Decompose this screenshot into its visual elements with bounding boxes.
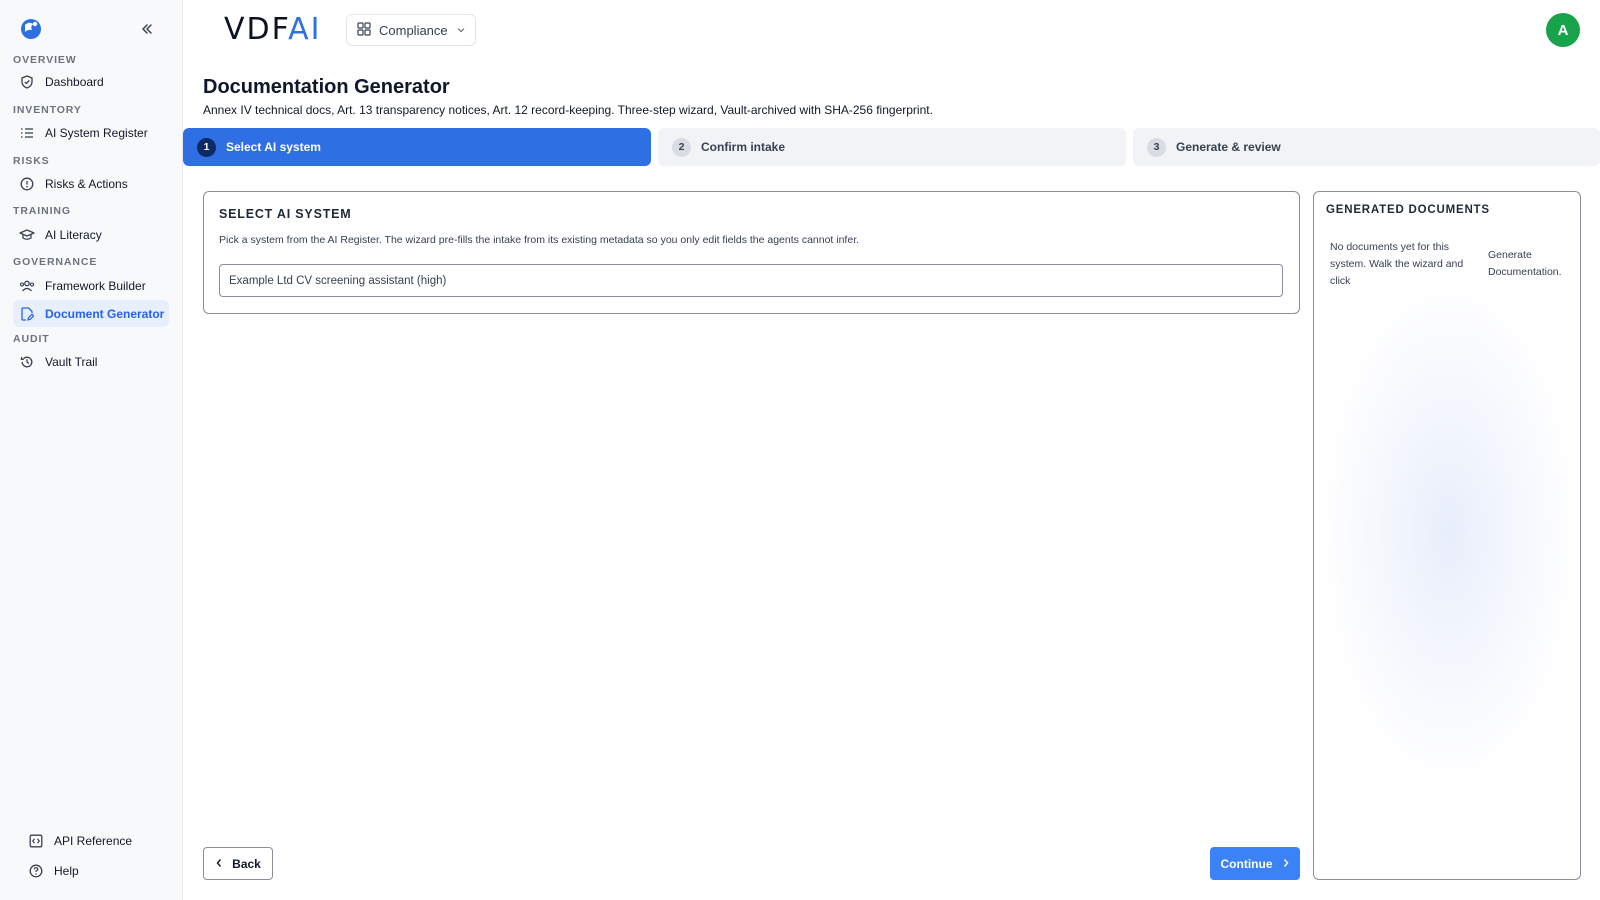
sidebar-item-label: AI System Register xyxy=(45,125,148,140)
module-selector[interactable]: Compliance xyxy=(346,14,476,46)
sidebar-item-label: Framework Builder xyxy=(45,278,146,293)
sidebar: OVERVIEW Dashboard INVENTORY AI System R… xyxy=(0,0,183,900)
nav-section-risks: RISKS xyxy=(13,155,50,167)
sidebar-item-api-reference[interactable]: API Reference xyxy=(22,827,172,854)
list-icon xyxy=(19,125,35,141)
cta-suffix: . xyxy=(1558,266,1562,278)
step-select-ai-system[interactable]: 1 Select AI system xyxy=(183,128,651,166)
sidebar-item-framework-builder[interactable]: Framework Builder xyxy=(13,272,169,299)
step-number: 1 xyxy=(197,137,216,157)
sidebar-item-label: AI Literacy xyxy=(45,227,102,242)
sidebar-item-vault-trail[interactable]: Vault Trail xyxy=(13,348,169,375)
step-number: 2 xyxy=(672,137,691,157)
continue-button-label: Continue xyxy=(1220,856,1273,871)
sidebar-item-ai-system-register[interactable]: AI System Register xyxy=(13,119,169,146)
alert-circle-icon xyxy=(19,176,35,192)
logo-ai: AI xyxy=(288,12,322,47)
nav-section-training: TRAINING xyxy=(13,205,71,217)
sidebar-item-risks-actions[interactable]: Risks & Actions xyxy=(13,170,169,197)
step-generate-review[interactable]: 3 Generate & review xyxy=(1133,128,1600,166)
logo-main: VDF xyxy=(224,12,289,47)
nav-section-inventory: INVENTORY xyxy=(13,104,82,116)
code-square-icon xyxy=(28,833,44,849)
page-subtitle: Annex IV technical docs, Art. 13 transpa… xyxy=(203,103,933,117)
empty-state-cta-text: Generate Documentation. xyxy=(1488,247,1568,281)
sidebar-item-label: Vault Trail xyxy=(45,354,98,369)
card-title: SELECT AI SYSTEM xyxy=(219,207,352,221)
panel-title: GENERATED DOCUMENTS xyxy=(1326,204,1490,216)
sidebar-item-label: Help xyxy=(54,863,79,878)
shield-check-icon xyxy=(19,74,35,90)
app-logo[interactable]: VDFAI xyxy=(224,12,322,47)
empty-state-text: No documents yet for this system. Walk t… xyxy=(1330,241,1464,287)
sidebar-item-label: Risks & Actions xyxy=(45,176,128,191)
sidebar-item-label: Document Generator xyxy=(45,306,165,321)
nav-section-audit: AUDIT xyxy=(13,333,50,345)
chevron-left-icon xyxy=(215,857,223,871)
file-edit-icon xyxy=(19,306,35,322)
chevron-right-icon xyxy=(1282,857,1290,871)
chevron-down-icon xyxy=(456,23,466,38)
grid-icon xyxy=(357,21,371,39)
page-title: Documentation Generator xyxy=(203,76,450,98)
select-ai-system-card: SELECT AI SYSTEM Pick a system from the … xyxy=(203,191,1300,314)
ai-system-select[interactable]: Example Ltd CV screening assistant (high… xyxy=(219,264,1283,297)
cta-label: Generate Documentation xyxy=(1488,249,1559,278)
brand-logo-icon[interactable] xyxy=(20,18,42,40)
nav-section-governance: GOVERNANCE xyxy=(13,256,98,268)
chevrons-left-icon xyxy=(142,24,152,34)
nav-section-overview: OVERVIEW xyxy=(13,54,77,66)
card-description: Pick a system from the AI Register. The … xyxy=(219,234,860,246)
step-label: Confirm intake xyxy=(701,140,786,154)
step-label: Generate & review xyxy=(1176,140,1281,154)
sidebar-item-dashboard[interactable]: Dashboard xyxy=(13,68,169,95)
step-label: Select AI system xyxy=(226,140,321,154)
sidebar-item-help[interactable]: Help xyxy=(22,857,172,884)
step-number: 3 xyxy=(1147,137,1166,157)
help-circle-icon xyxy=(28,863,44,879)
sidebar-item-label: API Reference xyxy=(54,833,133,848)
back-button[interactable]: Back xyxy=(203,847,273,880)
history-icon xyxy=(19,354,35,370)
sidebar-item-ai-literacy[interactable]: AI Literacy xyxy=(13,221,169,248)
sidebar-item-document-generator[interactable]: Document Generator xyxy=(13,300,169,327)
generated-documents-panel: GENERATED DOCUMENTS No documents yet for… xyxy=(1313,191,1581,880)
users-icon xyxy=(19,278,35,294)
sidebar-item-label: Dashboard xyxy=(45,74,104,89)
step-confirm-intake[interactable]: 2 Confirm intake xyxy=(658,128,1126,166)
user-avatar[interactable]: A xyxy=(1546,13,1580,47)
module-selector-label: Compliance xyxy=(379,22,448,38)
collapse-sidebar-button[interactable] xyxy=(137,19,157,39)
continue-button[interactable]: Continue xyxy=(1210,847,1300,880)
graduation-cap-icon xyxy=(19,227,35,243)
back-button-label: Back xyxy=(232,856,261,871)
